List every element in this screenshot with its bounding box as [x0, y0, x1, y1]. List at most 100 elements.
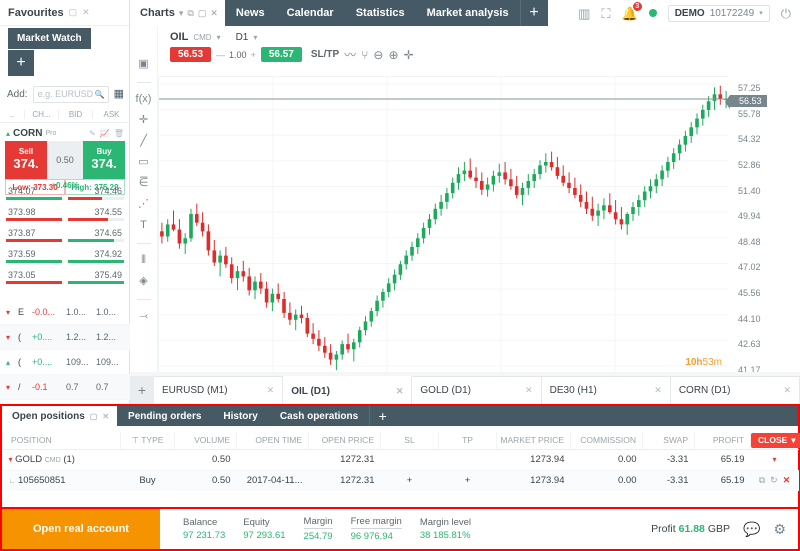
col-market-price[interactable]: MARKET PRICE — [497, 432, 571, 449]
depth-row[interactable]: 373.87374.65 — [0, 228, 130, 249]
position-sl[interactable]: + — [381, 470, 439, 491]
volume-icon[interactable]: ⦀ — [141, 255, 146, 267]
buy-button[interactable]: Buy 374. — [83, 141, 125, 179]
close-icon[interactable]: ✕ — [102, 412, 109, 421]
col-bid[interactable]: BID — [58, 110, 92, 119]
fibonacci-icon[interactable]: ⋶ — [139, 178, 149, 190]
close-icon[interactable]: ✕ — [82, 7, 90, 18]
chat-icon[interactable]: 💬 — [743, 521, 760, 538]
popout-icon[interactable]: ⧉ — [187, 8, 193, 19]
depth-row[interactable]: 374.07374.46 — [0, 186, 130, 207]
col-type[interactable]: ⊤ TYPE — [121, 432, 175, 449]
chart-timeframe[interactable]: D1 — [236, 32, 249, 43]
rectangle-icon[interactable]: ▭ — [138, 157, 148, 169]
list-item[interactable]: ▾E-0.0...1.0...1.0... — [0, 300, 130, 325]
table-row[interactable]: ▾ GOLD CMD (1) 0.50 1272.31 1273.94 0.00… — [3, 449, 799, 470]
refresh-icon[interactable]: ↻ — [770, 475, 778, 486]
tab-statistics[interactable]: Statistics — [345, 0, 416, 26]
favourites-tab-label[interactable]: Favourites — [8, 7, 64, 19]
zoom-out-icon[interactable]: ⊖ — [373, 49, 383, 61]
candlestick-icon[interactable]: ⑂ — [361, 49, 368, 61]
chevron-down-icon[interactable]: ▾ — [179, 8, 184, 19]
close-icon[interactable]: ✕ — [783, 385, 791, 396]
chevron-down-icon[interactable]: ▾ — [9, 455, 13, 464]
duplicate-icon[interactable]: ⧉ — [759, 475, 765, 486]
zoom-in-icon[interactable]: ⊕ — [388, 49, 398, 61]
grid-view-icon[interactable]: ▦ — [114, 89, 123, 100]
power-icon[interactable]: ⏻ — [781, 7, 791, 20]
col-change[interactable]: CH... — [24, 110, 58, 119]
crosshair-add-icon[interactable]: ✛ — [139, 115, 148, 127]
close-icon[interactable]: ✕ — [525, 385, 533, 396]
list-item[interactable]: ▾(+0....1.2...1.2... — [0, 325, 130, 350]
search-input[interactable]: e.g. EURUSD 🔍 — [33, 86, 109, 103]
depth-row[interactable]: 373.05375.49 — [0, 270, 130, 291]
layers-icon[interactable]: ◈ — [139, 276, 147, 288]
add-instrument-button[interactable]: + — [8, 50, 34, 76]
tab-news[interactable]: News — [225, 0, 276, 26]
col-tp[interactable]: TP — [439, 432, 497, 449]
list-item[interactable]: ▴(+0....109...109... — [0, 350, 130, 375]
table-row[interactable]: ∟ 105650851 Buy 0.50 2017-04-11... 1272.… — [3, 470, 799, 491]
layout-icon[interactable]: ▥ — [578, 7, 590, 20]
share-icon[interactable]: ⤙ — [139, 311, 148, 323]
trash-icon[interactable]: 🗑 — [114, 129, 124, 138]
chart-buy-button[interactable]: 56.57 — [261, 47, 302, 62]
maximize-icon[interactable]: ▢ — [69, 7, 78, 18]
chevron-down-icon[interactable]: ▾ — [253, 33, 257, 42]
volume-decrease-button[interactable]: — — [216, 50, 225, 60]
maximize-icon[interactable]: ▢ — [198, 8, 207, 19]
tab-calendar[interactable]: Calendar — [276, 0, 345, 26]
sltp-button[interactable]: SL/TP — [311, 49, 339, 60]
col-volume[interactable]: VOLUME — [175, 432, 237, 449]
tab-history[interactable]: History — [212, 406, 268, 426]
sell-button[interactable]: Sell 374. — [5, 141, 47, 179]
depth-row[interactable]: 373.98374.55 — [0, 207, 130, 228]
tab-pending-orders[interactable]: Pending orders — [117, 406, 212, 426]
chart-sell-button[interactable]: 56.53 — [170, 47, 211, 62]
depth-row[interactable]: 373.59374.92 — [0, 249, 130, 270]
close-position-icon[interactable]: ✕ — [783, 475, 791, 486]
volume-increase-button[interactable]: + — [251, 50, 256, 60]
chevron-down-icon[interactable]: ▾ — [772, 455, 776, 464]
close-icon[interactable]: ✕ — [267, 385, 275, 396]
add-chart-button[interactable]: + — [130, 376, 154, 404]
line-chart-icon[interactable]: 〰 — [344, 49, 356, 61]
chart-icon[interactable]: 📈 — [100, 129, 110, 138]
crosshair-icon[interactable]: ✛ — [404, 49, 414, 61]
close-icon[interactable]: ✕ — [396, 386, 404, 397]
chart-tab[interactable]: EURUSD (M1)✕ — [154, 376, 283, 404]
close-icon[interactable]: ✕ — [210, 8, 218, 19]
text-tool-icon[interactable]: T — [140, 220, 147, 232]
volume-input[interactable]: 0.50 — [47, 141, 83, 179]
col-open-price[interactable]: OPEN PRICE — [309, 432, 381, 449]
close-icon[interactable]: ✕ — [654, 385, 662, 396]
position-tp[interactable]: + — [439, 470, 497, 491]
account-selector[interactable]: DEMO 10172249 ▾ — [668, 5, 770, 22]
edit-icon[interactable]: ✎ — [89, 129, 96, 138]
filter-icon[interactable]: ⊤ — [132, 435, 139, 445]
list-item[interactable]: ▾/-0.10.70.7 — [0, 375, 130, 400]
chevron-up-icon[interactable]: ▴ — [6, 129, 10, 138]
chevron-down-icon[interactable]: ▾ — [217, 33, 221, 42]
col-position[interactable]: POSITION — [3, 432, 121, 449]
add-tab-button[interactable]: + — [520, 0, 548, 26]
col-ask[interactable]: ASK — [92, 110, 130, 119]
col-sl[interactable]: SL — [381, 432, 439, 449]
chart-tab[interactable]: GOLD (D1)✕ — [412, 376, 541, 404]
add-panel-tab-button[interactable]: + — [369, 406, 395, 426]
pitchfork-icon[interactable]: ⋰ — [138, 199, 149, 211]
tab-cash-operations[interactable]: Cash operations — [269, 406, 369, 426]
close-all-button[interactable]: CLOSE ▾ — [751, 433, 800, 448]
candlestick-plot[interactable] — [158, 76, 728, 376]
col-commission[interactable]: COMMISSION — [571, 432, 643, 449]
tab-open-positions[interactable]: Open positions ▢ ✕ — [2, 406, 117, 426]
chart-type-icon[interactable]: ▣ — [138, 59, 148, 71]
chart-tab[interactable]: DE30 (H1)✕ — [542, 376, 671, 404]
maximize-icon[interactable]: ▢ — [90, 412, 98, 421]
notifications-bell[interactable]: 🔔 3 — [622, 7, 638, 20]
col-swap[interactable]: SWAP — [643, 432, 695, 449]
open-real-account-button[interactable]: Open real account — [2, 509, 160, 549]
fullscreen-icon[interactable]: ⛶ — [601, 7, 610, 20]
col-open-time[interactable]: OPEN TIME — [237, 432, 309, 449]
